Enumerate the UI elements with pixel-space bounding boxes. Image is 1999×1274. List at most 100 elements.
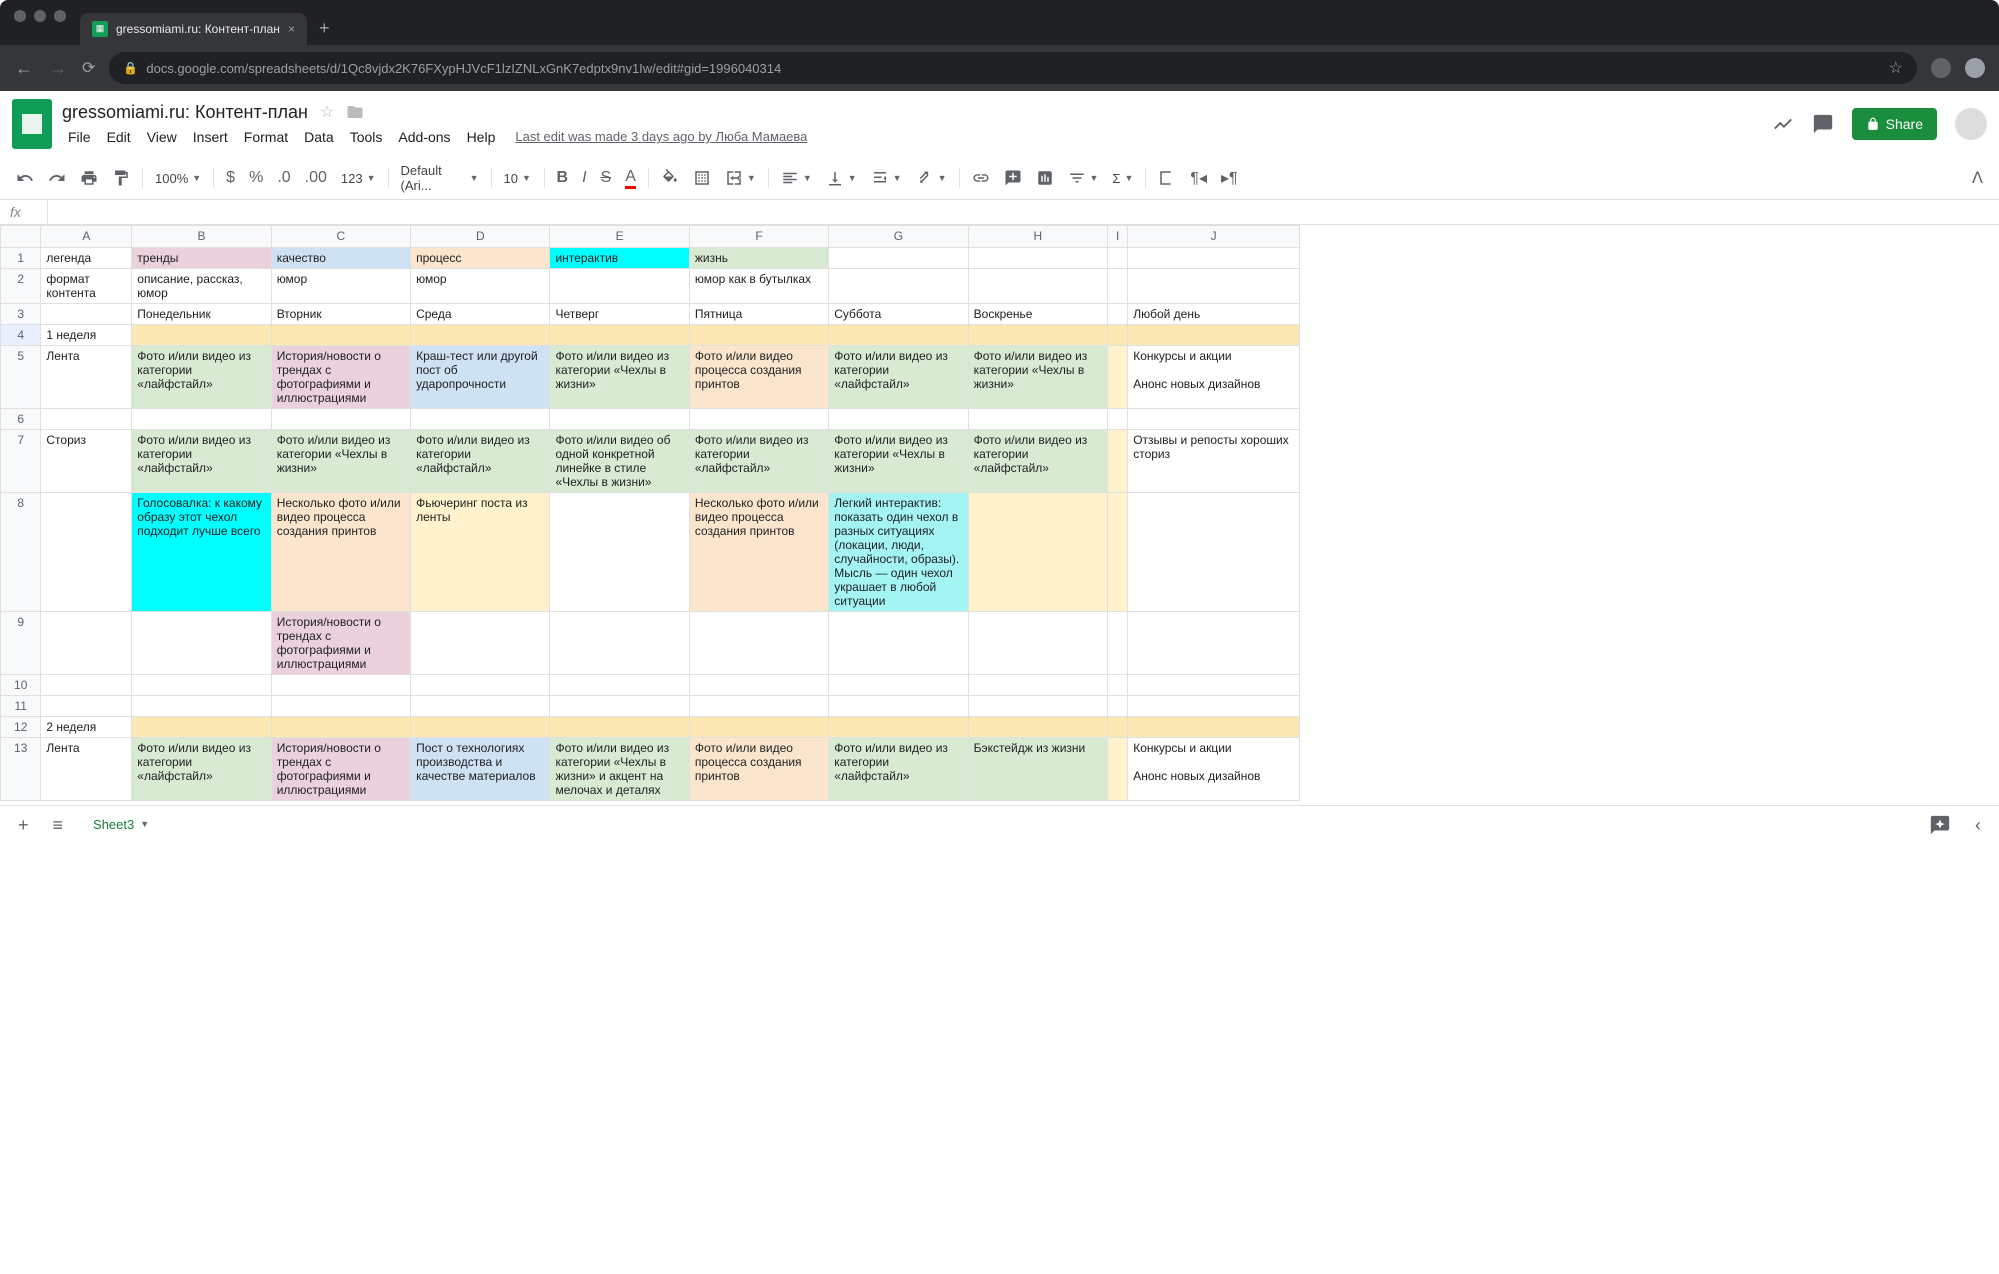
insert-link-button[interactable] [966,165,996,191]
select-all-corner[interactable] [1,226,41,248]
cell-H5[interactable]: Фото и/или видео из категории «Чехлы в ж… [968,346,1107,409]
reload-button[interactable]: ⟳ [82,58,95,78]
cell-E10[interactable] [550,675,689,696]
cell-J9[interactable] [1128,612,1300,675]
horizontal-align-button[interactable]: ▼ [775,167,818,189]
cell-H6[interactable] [968,409,1107,430]
cell-B11[interactable] [132,696,271,717]
cell-E12[interactable] [550,717,689,738]
insert-comment-button[interactable] [998,165,1028,191]
col-header-E[interactable]: E [550,226,689,248]
row-header-9[interactable]: 9 [1,612,41,675]
cell-C9[interactable]: История/новости о трендах с фотографиями… [271,612,410,675]
more-formats-dropdown[interactable]: 123▼ [335,169,382,188]
new-tab-button[interactable]: + [309,12,340,45]
currency-button[interactable]: $ [220,165,241,191]
add-sheet-button[interactable]: + [10,811,37,840]
cell-F7[interactable]: Фото и/или видео из категории «лайфстайл… [689,430,828,493]
cell-G1[interactable] [829,248,968,269]
menu-file[interactable]: File [62,127,97,147]
cell-I1[interactable] [1108,248,1128,269]
rtl-off-button[interactable] [1152,165,1182,191]
cell-H12[interactable] [968,717,1107,738]
cell-H4[interactable] [968,325,1107,346]
fill-color-button[interactable] [655,165,685,191]
cell-I4[interactable] [1108,325,1128,346]
document-title[interactable]: gressomiami.ru: Контент-план [62,102,308,123]
cell-F10[interactable] [689,675,828,696]
cell-J8[interactable] [1128,493,1300,612]
cell-E1[interactable]: интерактив [550,248,689,269]
sheet-tab-menu-icon[interactable]: ▼ [140,819,149,829]
cell-H11[interactable] [968,696,1107,717]
sheet-scroll-area[interactable]: ABCDEFGHIJ1легендатрендыкачествопроцесси… [0,225,1999,805]
cell-C6[interactable] [271,409,410,430]
cell-B9[interactable] [132,612,271,675]
window-close[interactable] [14,10,26,22]
cell-F9[interactable] [689,612,828,675]
cell-I5[interactable] [1108,346,1128,409]
cell-J1[interactable] [1128,248,1300,269]
row-header-5[interactable]: 5 [1,346,41,409]
cell-H10[interactable] [968,675,1107,696]
cell-D13[interactable]: Пост о технологиях производства и качест… [411,738,550,801]
decrease-decimal-button[interactable]: .0 [271,165,296,191]
cell-G9[interactable] [829,612,968,675]
strikethrough-button[interactable]: S [595,165,618,191]
cell-B4[interactable] [132,325,271,346]
cell-F6[interactable] [689,409,828,430]
cell-G7[interactable]: Фото и/или видео из категории «Чехлы в ж… [829,430,968,493]
sheets-logo-icon[interactable] [12,99,52,149]
menu-insert[interactable]: Insert [187,127,234,147]
cell-A11[interactable] [41,696,132,717]
row-header-11[interactable]: 11 [1,696,41,717]
zoom-dropdown[interactable]: 100%▼ [149,169,207,188]
menu-tools[interactable]: Tools [344,127,389,147]
menu-add-ons[interactable]: Add-ons [392,127,456,147]
cell-C11[interactable] [271,696,410,717]
cell-B10[interactable] [132,675,271,696]
cell-E3[interactable]: Четверг [550,304,689,325]
cell-E5[interactable]: Фото и/или видео из категории «Чехлы в ж… [550,346,689,409]
cell-D12[interactable] [411,717,550,738]
cell-H7[interactable]: Фото и/или видео из категории «лайфстайл… [968,430,1107,493]
cell-I13[interactable] [1108,738,1128,801]
address-bar[interactable]: 🔒 docs.google.com/spreadsheets/d/1Qc8vjd… [109,52,1917,84]
font-dropdown[interactable]: Default (Ari...▼ [395,161,485,195]
bookmark-star-icon[interactable]: ☆ [1889,58,1903,78]
activity-icon[interactable] [1772,113,1794,135]
tab-close-icon[interactable]: × [288,22,295,36]
row-header-7[interactable]: 7 [1,430,41,493]
all-sheets-button[interactable]: ≡ [45,811,72,840]
cell-E9[interactable] [550,612,689,675]
functions-button[interactable]: Σ▼ [1106,169,1139,188]
cell-C1[interactable]: качество [271,248,410,269]
cell-J3[interactable]: Любой день [1128,304,1300,325]
text-wrap-button[interactable]: ▼ [865,167,908,189]
cell-E13[interactable]: Фото и/или видео из категории «Чехлы в ж… [550,738,689,801]
cell-J13[interactable]: Конкурсы и акции Анонс новых дизайнов [1128,738,1300,801]
extension-1-icon[interactable] [1931,58,1951,78]
cell-B6[interactable] [132,409,271,430]
cell-C13[interactable]: История/новости о трендах с фотографиями… [271,738,410,801]
cell-C2[interactable]: юмор [271,269,410,304]
window-maximize[interactable] [54,10,66,22]
cell-G6[interactable] [829,409,968,430]
cell-F5[interactable]: Фото и/или видео процесса создания принт… [689,346,828,409]
spreadsheet-grid[interactable]: ABCDEFGHIJ1легендатрендыкачествопроцесси… [0,225,1300,801]
cell-C12[interactable] [271,717,410,738]
side-panel-toggle[interactable]: ‹ [1967,811,1989,840]
sheet-tab-active[interactable]: Sheet3 ▼ [79,811,163,840]
cell-D6[interactable] [411,409,550,430]
bold-button[interactable]: B [551,165,575,191]
paint-format-button[interactable] [106,165,136,191]
col-header-C[interactable]: C [271,226,410,248]
cell-C7[interactable]: Фото и/или видео из категории «Чехлы в ж… [271,430,410,493]
cell-A6[interactable] [41,409,132,430]
insert-chart-button[interactable] [1030,165,1060,191]
move-document-icon[interactable] [346,103,364,121]
font-size-dropdown[interactable]: 10▼ [498,169,538,188]
cell-H1[interactable] [968,248,1107,269]
cell-C5[interactable]: История/новости о трендах с фотографиями… [271,346,410,409]
cell-F11[interactable] [689,696,828,717]
